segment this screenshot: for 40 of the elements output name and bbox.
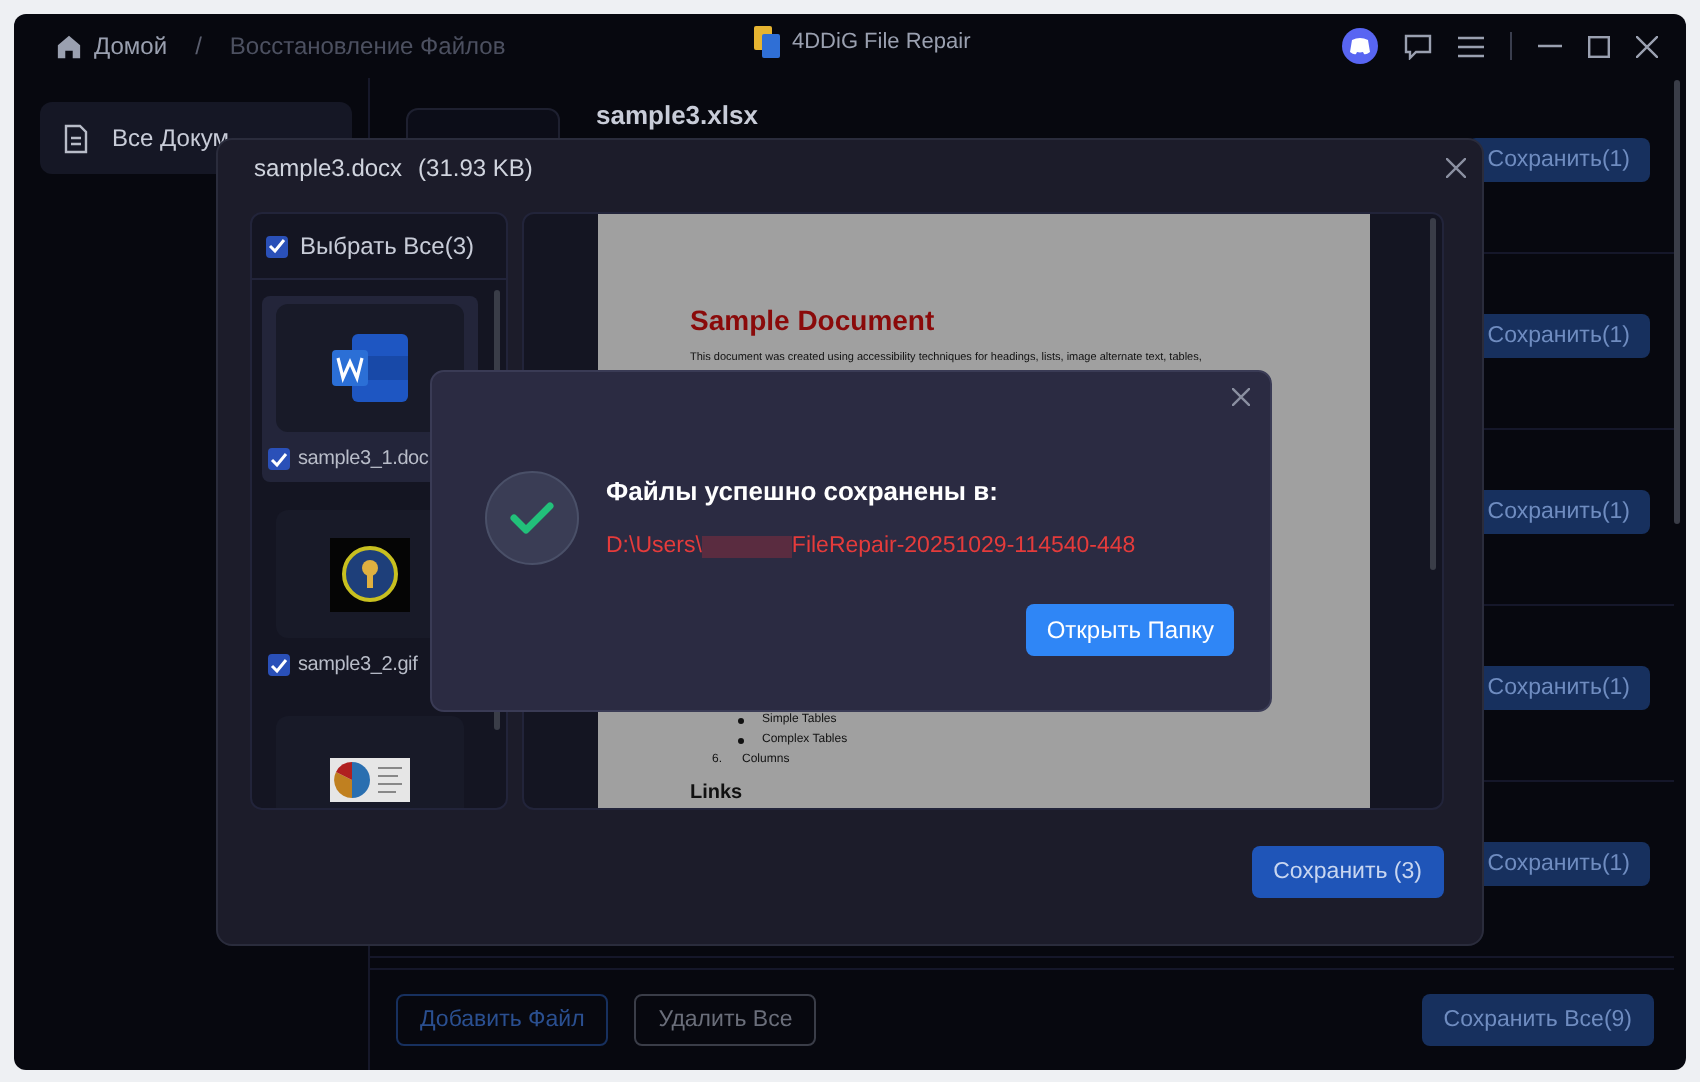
home-link[interactable]: Домой bbox=[94, 32, 168, 60]
bullet-icon bbox=[738, 717, 744, 723]
save-button[interactable]: Сохранить (3) bbox=[1251, 845, 1444, 897]
scrollbar[interactable] bbox=[1430, 218, 1436, 570]
file-name: sample3_2.gif bbox=[298, 654, 418, 676]
app-name: 4DDiG File Repair bbox=[792, 30, 971, 54]
delete-all-button[interactable]: Удалить Все bbox=[634, 994, 817, 1046]
app-logo-icon bbox=[754, 26, 782, 58]
maximize-icon[interactable] bbox=[1588, 35, 1610, 57]
breadcrumb-current: Восстановление Файлов bbox=[229, 32, 506, 60]
file-size: (31.93 KB) bbox=[418, 154, 533, 182]
document-title: Sample Document bbox=[690, 304, 937, 336]
scrollbar[interactable] bbox=[1674, 80, 1680, 524]
checkbox[interactable] bbox=[268, 448, 290, 470]
open-folder-button[interactable]: Открыть Папку bbox=[1026, 604, 1234, 656]
globe-image-thumbnail bbox=[330, 537, 410, 611]
close-icon[interactable] bbox=[1636, 35, 1658, 57]
word-document-icon bbox=[332, 334, 408, 402]
file-name: sample3.xlsx bbox=[596, 100, 758, 130]
close-icon[interactable] bbox=[1446, 158, 1466, 178]
saved-path: D:\Users\ FileRepair-20251029-114540-448 bbox=[606, 534, 1138, 558]
success-check-icon bbox=[484, 470, 580, 566]
close-icon[interactable] bbox=[1232, 388, 1250, 406]
menu-icon[interactable] bbox=[1458, 35, 1484, 57]
add-file-button[interactable]: Добавить Файл bbox=[396, 994, 609, 1046]
minimize-icon[interactable] bbox=[1538, 44, 1562, 48]
document-icon bbox=[64, 123, 88, 153]
checkbox[interactable] bbox=[266, 235, 288, 257]
breadcrumb-separator: / bbox=[195, 32, 202, 60]
save-all-button[interactable]: Сохранить Все(9) bbox=[1421, 994, 1654, 1046]
checkbox[interactable] bbox=[268, 654, 290, 676]
bullet-icon bbox=[738, 737, 744, 743]
success-message: Файлы успешно сохранены в: bbox=[606, 476, 1000, 506]
file-name: sample3_1.doc bbox=[298, 448, 429, 470]
select-all-label: Выбрать Все(3) bbox=[300, 232, 475, 260]
document-heading: Links bbox=[690, 782, 745, 804]
chat-icon[interactable] bbox=[1404, 33, 1432, 59]
discord-icon[interactable] bbox=[1342, 28, 1378, 64]
home-icon[interactable] bbox=[56, 33, 82, 59]
pie-chart-thumbnail bbox=[330, 758, 410, 802]
